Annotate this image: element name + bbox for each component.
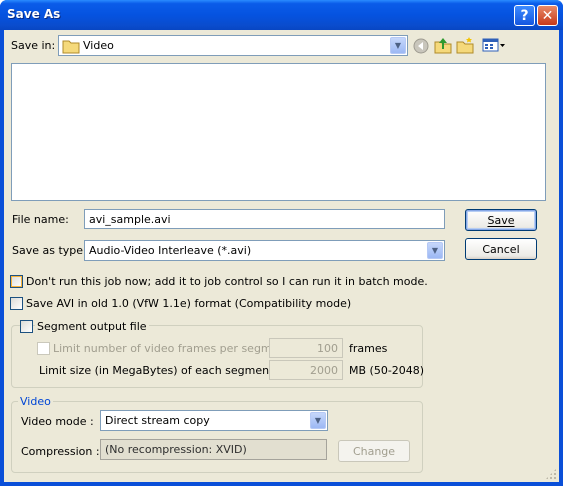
- compression-value: (No recompression: XVID): [105, 443, 247, 456]
- video-mode-value: Direct stream copy: [105, 414, 210, 427]
- folder-icon: [62, 40, 80, 54]
- resize-grip[interactable]: [545, 468, 557, 480]
- size-unit-label: MB (50-2048): [349, 364, 425, 377]
- save-in-dropdown[interactable]: Video ▼: [58, 35, 408, 56]
- chevron-down-icon[interactable]: ▼: [310, 412, 326, 429]
- dialog-body: Save in: Video ▼ File name: avi_sample.a…: [4, 30, 559, 482]
- file-name-value: avi_sample.avi: [89, 213, 171, 226]
- video-group-label: Video: [18, 395, 53, 408]
- close-button[interactable]: ✕: [537, 5, 558, 26]
- limit-frames-checkbox[interactable]: [37, 342, 50, 355]
- old-avi-checkbox[interactable]: [10, 297, 23, 310]
- limit-size-label: Limit size (in MegaBytes) of each segmen…: [39, 364, 296, 377]
- up-folder-icon[interactable]: [434, 36, 452, 54]
- view-menu-icon[interactable]: [482, 36, 506, 54]
- video-mode-dropdown[interactable]: Direct stream copy ▼: [100, 410, 328, 431]
- old-avi-label: Save AVI in old 1.0 (VfW 1.1e) format (C…: [26, 297, 352, 310]
- batch-mode-checkbox[interactable]: [10, 275, 23, 288]
- chevron-down-icon[interactable]: ▼: [427, 242, 443, 259]
- save-as-type-value: Audio-Video Interleave (*.avi): [89, 244, 252, 257]
- segment-group: [11, 325, 423, 388]
- dialog-title: Save As: [7, 7, 61, 21]
- help-button[interactable]: ?: [514, 5, 535, 26]
- chevron-down-icon[interactable]: ▼: [390, 37, 406, 54]
- segment-output-checkbox[interactable]: [20, 320, 33, 333]
- save-as-type-label: Save as type:: [12, 244, 87, 257]
- change-button[interactable]: Change: [338, 440, 410, 462]
- new-folder-icon[interactable]: [456, 36, 474, 54]
- save-in-label: Save in:: [11, 39, 56, 52]
- segment-output-label: Segment output file: [35, 320, 149, 333]
- frames-unit-label: frames: [349, 342, 388, 355]
- video-mode-label: Video mode :: [21, 415, 94, 428]
- back-icon[interactable]: [412, 37, 430, 55]
- change-button-label: Change: [352, 444, 396, 458]
- save-in-folder: Video: [83, 39, 114, 52]
- file-list[interactable]: [11, 63, 546, 201]
- size-input[interactable]: 2000: [269, 360, 343, 380]
- save-as-dialog: Save As ? ✕ Save in: Video ▼ File name: …: [0, 0, 563, 486]
- file-name-input[interactable]: avi_sample.avi: [84, 209, 445, 229]
- compression-label: Compression :: [21, 445, 100, 458]
- save-as-type-dropdown[interactable]: Audio-Video Interleave (*.avi) ▼: [84, 240, 445, 261]
- save-button-label: Save: [487, 213, 515, 227]
- limit-frames-label: Limit number of video frames per segment…: [53, 342, 305, 355]
- title-bar[interactable]: Save As ? ✕: [0, 0, 563, 30]
- cancel-button-label: Cancel: [482, 242, 520, 256]
- frames-input[interactable]: 100: [269, 338, 343, 358]
- compression-field: (No recompression: XVID): [100, 439, 327, 460]
- batch-mode-label: Don't run this job now; add it to job co…: [26, 275, 428, 288]
- file-name-label: File name:: [12, 213, 69, 226]
- cancel-button[interactable]: Cancel: [465, 238, 537, 260]
- save-button[interactable]: Save: [465, 209, 537, 231]
